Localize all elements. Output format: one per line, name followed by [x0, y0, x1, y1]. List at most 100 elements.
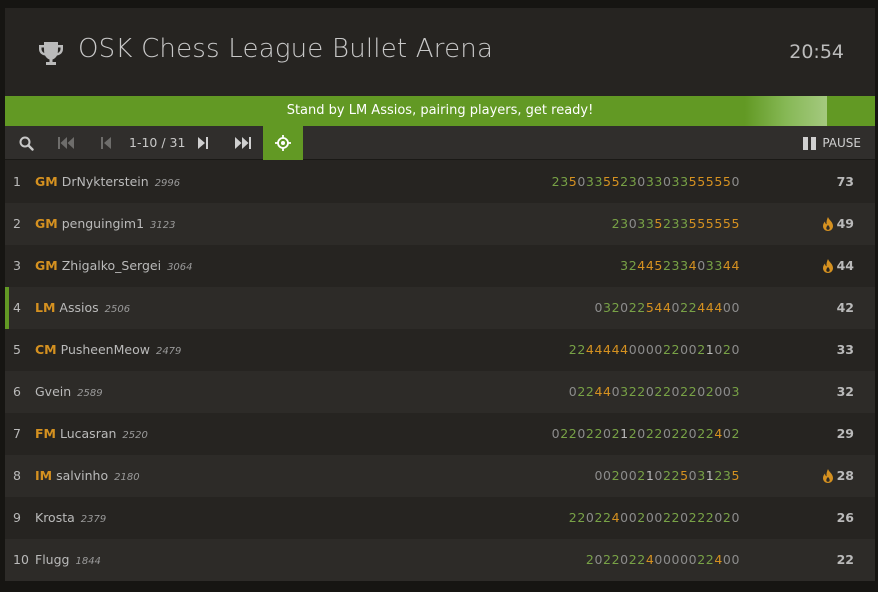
player-name[interactable]: PusheenMeow: [61, 342, 150, 357]
jump-to-me-button[interactable]: [263, 126, 303, 160]
step-forward-icon: [198, 137, 208, 149]
player-rating: 2506: [104, 304, 131, 315]
pause-label: PAUSE: [822, 136, 861, 150]
player-score-value: 33: [836, 342, 854, 357]
player-score-value: 26: [836, 510, 854, 525]
score-sheet: 03202254402244400: [594, 300, 740, 315]
standings-row[interactable]: 9 Krosta 2379 22022400200220222020 26: [5, 497, 875, 539]
last-page-button[interactable]: [232, 126, 254, 160]
player-score: 32: [837, 384, 854, 399]
player-rank: 6: [13, 384, 21, 399]
step-back-icon: [101, 137, 111, 149]
tournament-clock: 20:54: [789, 41, 844, 63]
player-score-value: 32: [836, 384, 854, 399]
player-score: 22: [837, 552, 854, 567]
pairing-message: Stand by LM Assios, pairing players, get…: [286, 103, 594, 118]
next-page-button[interactable]: [195, 126, 211, 160]
fire-icon: [822, 468, 833, 483]
player-score-value: 22: [836, 552, 854, 567]
standings-row[interactable]: 8 IM salvinho 2180 00200210225031235 28: [5, 455, 875, 497]
player-rating: 2180: [114, 472, 140, 483]
standings-row[interactable]: 2 GM penguingim1 3123 230335233555555 49: [5, 203, 875, 245]
player-rating: 2479: [155, 346, 182, 357]
score-sheet: 02244032202202202003: [568, 384, 740, 399]
player-name[interactable]: Flugg: [35, 552, 69, 567]
score-sheet: 22444440000220021020: [568, 342, 740, 357]
player-rank: 1: [13, 174, 21, 189]
skip-last-icon: [235, 137, 251, 149]
search-button[interactable]: [15, 126, 37, 160]
player-cell: Gvein 2589: [35, 384, 103, 399]
pager-label: 1-10 / 31: [129, 135, 186, 150]
first-page-button[interactable]: [55, 126, 77, 160]
player-name[interactable]: Krosta: [35, 510, 75, 525]
player-name[interactable]: salvinho: [56, 468, 108, 483]
player-cell: Flugg 1844: [35, 552, 101, 567]
player-title: IM: [35, 468, 53, 483]
player-score: 28: [822, 468, 854, 483]
player-score: 29: [837, 426, 854, 441]
player-title: GM: [35, 216, 58, 231]
player-rank: 2: [13, 216, 21, 231]
skip-first-icon: [58, 137, 74, 149]
player-title: CM: [35, 342, 57, 357]
player-cell: Krosta 2379: [35, 510, 106, 525]
player-title: GM: [35, 174, 58, 189]
player-score-value: 44: [836, 258, 854, 273]
score-sheet: 22022400200220222020: [568, 510, 740, 525]
player-name[interactable]: Zhigalko_Sergei: [62, 258, 161, 273]
player-rank: 4: [13, 300, 21, 315]
player-score-value: 49: [836, 216, 854, 231]
player-rank: 3: [13, 258, 21, 273]
score-sheet: 32445233403344: [620, 258, 740, 273]
player-name[interactable]: Gvein: [35, 384, 71, 399]
pairing-banner: Stand by LM Assios, pairing players, get…: [5, 96, 875, 126]
previous-page-button[interactable]: [98, 126, 114, 160]
player-score-value: 28: [836, 468, 854, 483]
player-cell: GM Zhigalko_Sergei 3064: [35, 258, 193, 273]
standings-row[interactable]: 5 CM PusheenMeow 2479 22444440000220021020 33: [5, 329, 875, 371]
player-name[interactable]: penguingim1: [62, 216, 144, 231]
player-name[interactable]: Assios: [59, 300, 98, 315]
standings-row[interactable]: 3 GM Zhigalko_Sergei 3064 32445233403344 44: [5, 245, 875, 287]
fire-icon: [822, 216, 833, 231]
player-score: 44: [822, 258, 854, 273]
player-rating: 2379: [80, 514, 107, 525]
score-sheet: 0220220212022022022402: [551, 426, 740, 441]
player-title: LM: [35, 300, 56, 315]
player-title: GM: [35, 258, 58, 273]
player-score: 26: [837, 510, 854, 525]
player-rank: 8: [13, 468, 21, 483]
player-rank: 9: [13, 510, 21, 525]
player-score-value: 73: [836, 174, 854, 189]
player-rating: 2589: [77, 388, 103, 399]
player-name[interactable]: DrNykterstein: [62, 174, 149, 189]
crosshair-icon: [275, 135, 291, 151]
player-cell: GM DrNykterstein 2996: [35, 174, 180, 189]
pause-icon: [803, 136, 817, 150]
search-icon: [19, 136, 34, 151]
tournament-header: OSK Chess League Bullet Arena 20:54: [5, 8, 875, 96]
pause-button[interactable]: PAUSE: [803, 126, 861, 160]
player-score: 33: [837, 342, 854, 357]
standings-row[interactable]: 6 Gvein 2589 02244032202202202003 32: [5, 371, 875, 413]
player-rating: 3123: [150, 220, 176, 231]
player-name[interactable]: Lucasran: [60, 426, 116, 441]
player-score: 42: [837, 300, 854, 315]
player-rank: 5: [13, 342, 21, 357]
tournament-panel: OSK Chess League Bullet Arena 20:54 Stan…: [5, 8, 875, 581]
tournament-title: OSK Chess League Bullet Arena: [78, 34, 494, 64]
standings-row[interactable]: 10 Flugg 1844 202202240000022400 22: [5, 539, 875, 581]
player-rank: 10: [13, 552, 29, 567]
standings-row[interactable]: 4 LM Assios 2506 03202254402244400 42: [5, 287, 875, 329]
standings-row[interactable]: 7 FM Lucasran 2520 0220220212022022022402 29: [5, 413, 875, 455]
score-sheet: 230335233555555: [611, 216, 740, 231]
score-sheet: 2350335523033033555550: [551, 174, 740, 189]
fire-icon: [822, 258, 833, 273]
player-title: FM: [35, 426, 56, 441]
score-sheet: 00200210225031235: [594, 468, 740, 483]
player-rank: 7: [13, 426, 21, 441]
player-score-value: 29: [836, 426, 854, 441]
standings-row[interactable]: 1 GM DrNykterstein 2996 23503355230330335555…: [5, 161, 875, 203]
standings-table: 1 GM DrNykterstein 29 9 6 23503355230330335555…: [5, 161, 875, 581]
